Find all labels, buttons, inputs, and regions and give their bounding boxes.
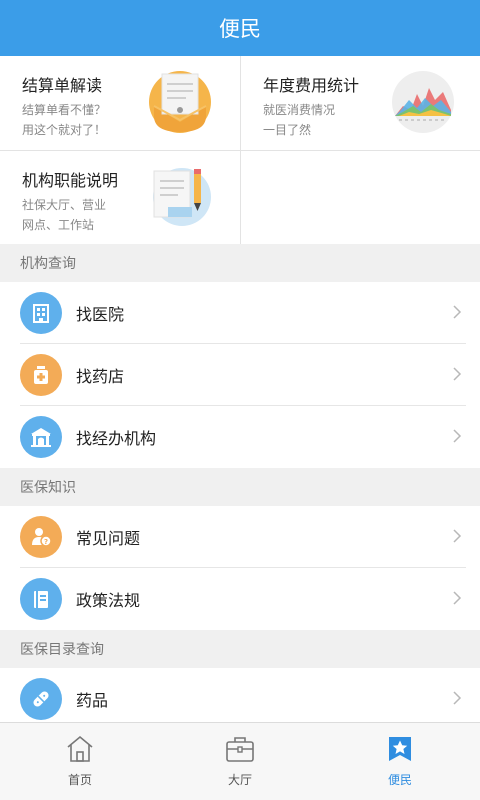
chevron-right-icon — [453, 529, 462, 543]
tab-label: 便民 — [387, 773, 412, 787]
list-item-find-pharmacy[interactable]: 找药店 — [0, 344, 480, 406]
chevron-right-icon — [453, 367, 462, 381]
catalog-query-list: 药品 — [0, 668, 480, 722]
list-item-label: 政策法规 — [76, 591, 141, 610]
app-header: 便民 — [0, 0, 480, 56]
pill-icon — [20, 678, 62, 720]
card-desc: 结算单看不懂？ 用这个就对了！ — [22, 103, 107, 137]
briefcase-icon — [226, 737, 254, 762]
list-item-find-agency[interactable]: 找经办机构 — [0, 406, 480, 468]
svg-text:?: ? — [44, 538, 48, 546]
tab-hall[interactable]: 大厅 — [160, 723, 320, 800]
list-item-label: 药品 — [76, 691, 109, 710]
list-item-label: 常见问题 — [76, 529, 141, 548]
document-envelope-icon — [149, 71, 211, 133]
tab-label: 大厅 — [227, 773, 252, 787]
card-title: 机构职能说明 — [22, 171, 119, 190]
notepad-pencil-icon — [153, 168, 211, 226]
chevron-right-icon — [453, 429, 462, 443]
list-item-medicine[interactable]: 药品 — [0, 668, 480, 722]
card-settlement-interpretation[interactable]: 结算单解读 结算单看不懂？ 用这个就对了！ — [0, 56, 240, 150]
list-item-find-hospital[interactable]: 找医院 — [0, 282, 480, 344]
card-desc: 社保大厅、营业 网点、工作站 — [22, 198, 107, 232]
hospital-icon — [20, 292, 62, 334]
divider — [0, 150, 480, 151]
section-header-institution-query: 机构查询 — [0, 244, 480, 282]
tab-home[interactable]: 首页 — [0, 723, 160, 800]
tab-convenience[interactable]: 便民 — [320, 723, 480, 800]
area-chart-icon — [392, 71, 454, 133]
card-title: 结算单解读 — [22, 76, 103, 95]
tab-label: 首页 — [67, 773, 92, 787]
list-item-label: 找医院 — [76, 305, 125, 324]
card-title: 年度费用统计 — [263, 76, 360, 95]
star-badge-icon — [389, 737, 411, 761]
chevron-right-icon — [453, 591, 462, 605]
card-desc: 就医消费情况 一目了然 — [263, 103, 336, 137]
section-header-catalog-query: 医保目录查询 — [0, 630, 480, 668]
list-item-faq[interactable]: ? 常见问题 — [0, 506, 480, 568]
feature-cards: 结算单解读 结算单看不懂？ 用这个就对了！ 年度费用统计 就医消费情况 一目了然 — [0, 56, 480, 244]
list-item-label: 找药店 — [76, 367, 125, 386]
card-institution-functions[interactable]: 机构职能说明 社保大厅、营业 网点、工作站 — [0, 151, 240, 245]
policy-book-icon — [20, 578, 62, 620]
insurance-knowledge-list: ? 常见问题 政策法规 — [0, 506, 480, 630]
chevron-right-icon — [453, 691, 462, 705]
home-icon — [67, 735, 93, 762]
pharmacy-icon — [20, 354, 62, 396]
faq-person-icon: ? — [20, 516, 62, 558]
bottom-tab-bar: 首页 大厅 便民 — [0, 722, 480, 800]
institution-query-list: 找医院 找药店 找经办机构 — [0, 282, 480, 468]
list-item-label: 找经办机构 — [76, 429, 157, 448]
section-header-insurance-knowledge: 医保知识 — [0, 468, 480, 506]
list-item-policy[interactable]: 政策法规 — [0, 568, 480, 630]
agency-building-icon — [20, 416, 62, 458]
card-empty — [241, 151, 480, 245]
chevron-right-icon — [453, 305, 462, 319]
card-annual-cost-stats[interactable]: 年度费用统计 就医消费情况 一目了然 — [241, 56, 480, 150]
page-title: 便民 — [219, 17, 261, 41]
